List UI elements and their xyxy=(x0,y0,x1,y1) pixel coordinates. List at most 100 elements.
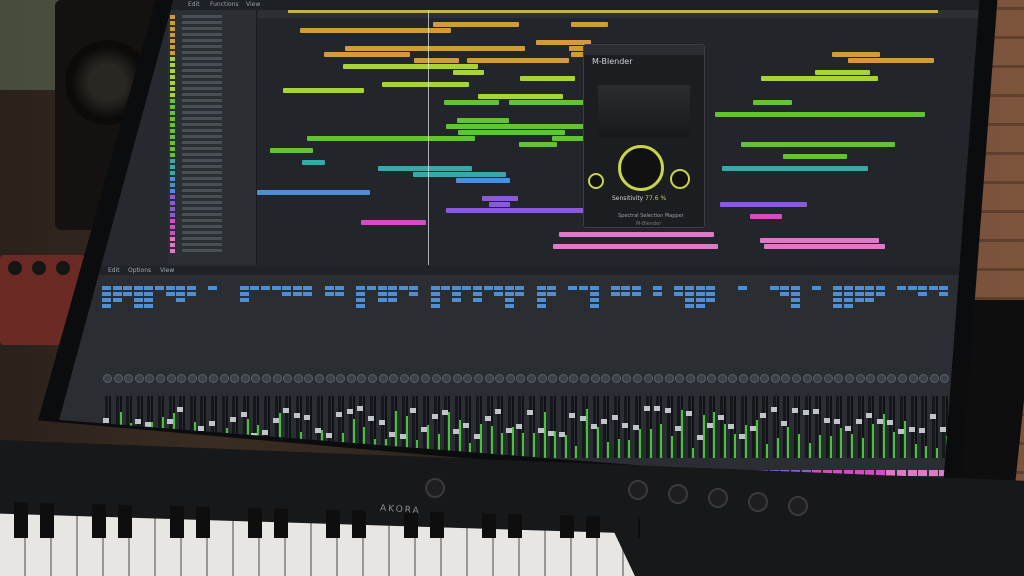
channel-strip[interactable] xyxy=(642,278,653,486)
pan-knob[interactable] xyxy=(919,374,929,383)
channel-strip[interactable] xyxy=(727,278,738,486)
channel-strip[interactable] xyxy=(822,278,833,486)
pan-knob[interactable] xyxy=(558,374,568,383)
cycle-region[interactable] xyxy=(288,10,938,13)
insert-slot[interactable] xyxy=(398,286,408,290)
fader-track[interactable] xyxy=(783,396,787,458)
insert-slot[interactable] xyxy=(356,292,366,296)
pan-knob[interactable] xyxy=(251,374,261,383)
audio-region[interactable] xyxy=(458,130,565,135)
pan-knob[interactable] xyxy=(198,374,208,383)
insert-slot[interactable] xyxy=(377,298,387,302)
audio-region[interactable] xyxy=(453,70,484,75)
pan-knob[interactable] xyxy=(792,374,801,383)
pan-knob[interactable] xyxy=(802,374,812,383)
insert-slot[interactable] xyxy=(239,292,249,296)
insert-slot[interactable] xyxy=(833,286,843,290)
channel-strip[interactable] xyxy=(928,278,939,486)
pan-knob[interactable] xyxy=(272,374,282,383)
insert-slot[interactable] xyxy=(409,292,419,296)
audio-region[interactable] xyxy=(378,166,472,171)
fader-track[interactable] xyxy=(804,396,808,458)
pan-knob[interactable] xyxy=(527,374,536,383)
sensitivity-knob[interactable] xyxy=(618,145,664,191)
insert-slot[interactable] xyxy=(144,304,154,308)
pan-knob[interactable] xyxy=(346,374,356,383)
pan-knob[interactable] xyxy=(622,374,632,383)
fader-track[interactable] xyxy=(507,396,511,458)
audio-region[interactable] xyxy=(722,166,868,171)
pan-knob[interactable] xyxy=(262,374,271,383)
fader-track[interactable] xyxy=(613,396,617,458)
pan-knob[interactable] xyxy=(230,374,240,383)
pan-knob[interactable] xyxy=(611,374,621,383)
insert-slot[interactable] xyxy=(515,292,525,296)
audio-region[interactable] xyxy=(519,142,557,147)
audio-region[interactable] xyxy=(571,22,608,27)
pan-knob[interactable] xyxy=(431,374,441,383)
insert-slot[interactable] xyxy=(844,298,853,302)
insert-slot[interactable] xyxy=(854,298,864,302)
pan-knob[interactable] xyxy=(474,374,483,383)
channel-strip[interactable] xyxy=(918,278,929,486)
channel-strip[interactable] xyxy=(748,278,759,486)
channel-strip[interactable] xyxy=(738,278,748,486)
insert-slot[interactable] xyxy=(833,304,843,308)
insert-slot[interactable] xyxy=(144,286,154,290)
insert-slot[interactable] xyxy=(674,286,684,290)
pan-knob[interactable] xyxy=(866,374,876,383)
pan-knob[interactable] xyxy=(887,374,897,383)
pan-knob[interactable] xyxy=(940,374,950,383)
insert-slot[interactable] xyxy=(292,292,302,296)
channel-strip[interactable] xyxy=(547,278,558,486)
insert-slot[interactable] xyxy=(473,286,482,290)
insert-slot[interactable] xyxy=(377,292,387,296)
audio-region[interactable] xyxy=(413,172,506,177)
fader-track[interactable] xyxy=(868,396,872,458)
small-knob[interactable] xyxy=(670,169,690,189)
pan-knob[interactable] xyxy=(399,374,409,383)
audio-region[interactable] xyxy=(559,232,714,237)
insert-slot[interactable] xyxy=(865,298,875,302)
pan-knob[interactable] xyxy=(898,374,907,383)
insert-slot[interactable] xyxy=(112,286,122,290)
pan-knob[interactable] xyxy=(368,374,377,383)
insert-slot[interactable] xyxy=(547,286,557,290)
insert-slot[interactable] xyxy=(568,286,578,290)
audio-region[interactable] xyxy=(720,202,807,207)
insert-slot[interactable] xyxy=(176,298,186,302)
audio-region[interactable] xyxy=(456,178,510,183)
pan-knob[interactable] xyxy=(686,374,695,383)
pan-knob[interactable] xyxy=(696,374,706,383)
insert-slot[interactable] xyxy=(854,292,864,296)
channel-name[interactable] xyxy=(907,470,917,476)
insert-slot[interactable] xyxy=(875,292,885,296)
channel-strip[interactable] xyxy=(579,278,589,486)
fader-track[interactable] xyxy=(741,396,744,458)
audio-region[interactable] xyxy=(324,52,410,57)
channel-name[interactable] xyxy=(897,470,906,476)
fader-track[interactable] xyxy=(900,396,903,458)
insert-slot[interactable] xyxy=(186,292,196,296)
insert-slot[interactable] xyxy=(589,298,599,302)
insert-slot[interactable] xyxy=(261,286,270,290)
insert-slot[interactable] xyxy=(589,286,599,290)
audio-region[interactable] xyxy=(832,52,880,57)
insert-slot[interactable] xyxy=(939,286,949,290)
insert-slot[interactable] xyxy=(833,298,843,302)
insert-slot[interactable] xyxy=(536,292,546,296)
insert-slot[interactable] xyxy=(176,286,186,290)
audio-region[interactable] xyxy=(848,58,934,63)
pan-knob[interactable] xyxy=(845,374,854,383)
pan-knob[interactable] xyxy=(580,374,589,383)
insert-slot[interactable] xyxy=(303,286,313,290)
insert-slot[interactable] xyxy=(791,304,800,308)
insert-slot[interactable] xyxy=(451,298,461,302)
channel-name[interactable] xyxy=(918,470,928,476)
insert-slot[interactable] xyxy=(483,286,493,290)
fader-track[interactable] xyxy=(688,396,691,458)
insert-slot[interactable] xyxy=(695,286,705,290)
insert-slot[interactable] xyxy=(780,292,790,296)
pan-knob[interactable] xyxy=(770,374,780,383)
menu-functions[interactable]: Functions xyxy=(210,1,239,8)
